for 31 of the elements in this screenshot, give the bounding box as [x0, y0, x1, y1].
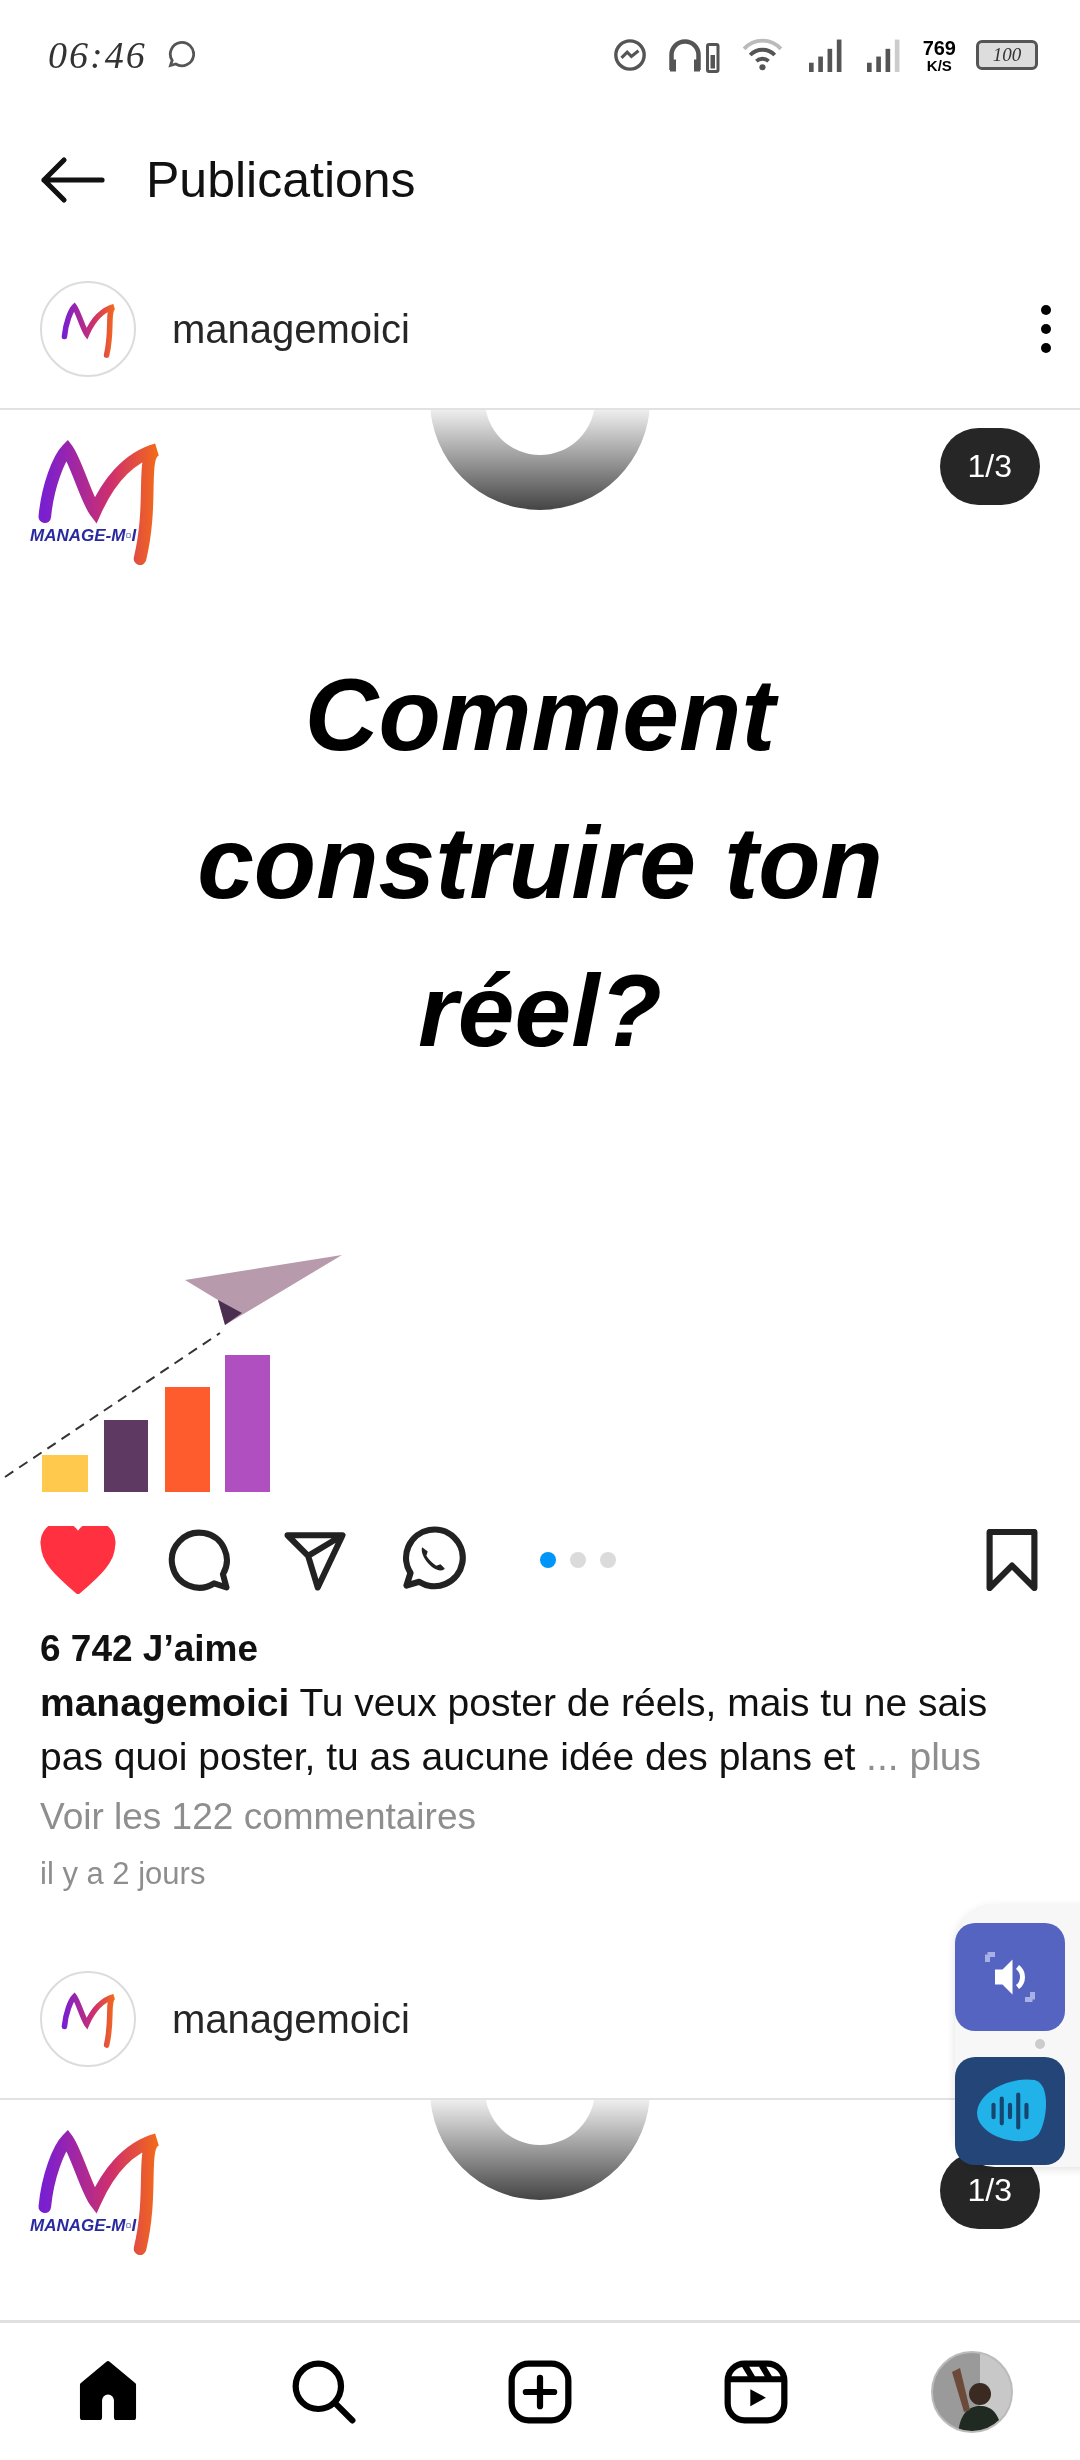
- page-indicator-dot: [1035, 2039, 1045, 2049]
- paper-plane-icon: [185, 1255, 342, 1325]
- slide-counter: 1/3: [939, 428, 1040, 505]
- back-button[interactable]: [38, 155, 106, 205]
- loading-spinner-icon: [430, 410, 650, 510]
- chart-bar: [42, 1455, 88, 1492]
- whatsapp-icon: [166, 41, 195, 69]
- network-speed-unit: K/S: [926, 57, 952, 73]
- post-time: il y a 2 jours: [40, 1856, 207, 1892]
- headphones-icon: [666, 37, 721, 73]
- comment-icon[interactable]: [166, 1527, 232, 1593]
- like-count: 6 742 J’aime: [40, 1628, 260, 1670]
- page-title: Publications: [146, 151, 416, 209]
- network-speed: 769: [922, 37, 956, 58]
- headline: réel?: [418, 953, 662, 1070]
- speaker-button[interactable]: [955, 1923, 1065, 2031]
- username[interactable]: managemoici: [172, 1996, 410, 2042]
- more-icon[interactable]: [1040, 304, 1052, 354]
- heart-icon[interactable]: [40, 1526, 116, 1594]
- status-time: 06:46: [48, 33, 147, 77]
- logo-text: MANAGE-M▫I: [30, 526, 137, 546]
- loading-spinner-icon: [430, 2100, 650, 2200]
- bookmark-icon[interactable]: [984, 1529, 1040, 1591]
- chart-bar: [104, 1420, 148, 1492]
- battery-icon: 100: [976, 40, 1038, 70]
- logo-text: MANAGE-M▫I: [30, 2216, 137, 2236]
- post-caption: managemoici Tu veux poster de réels, mais tu ne sais pas quoi poster, tu as aucune idée des plans et ... plus: [40, 1680, 989, 1780]
- username[interactable]: managemoici: [172, 306, 410, 352]
- messenger-icon: [612, 38, 647, 72]
- headline: construire ton: [197, 805, 883, 922]
- voice-app-icon[interactable]: [955, 2057, 1065, 2165]
